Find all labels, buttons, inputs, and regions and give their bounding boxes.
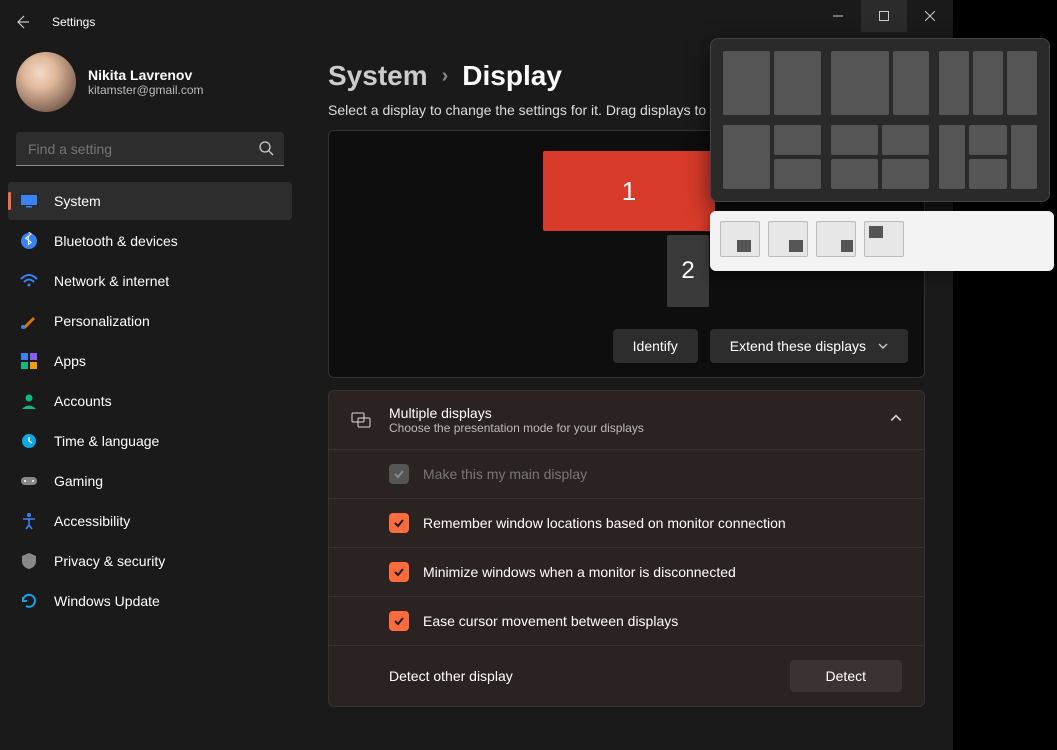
sidebar-item-label: Windows Update bbox=[54, 593, 160, 609]
gamepad-icon bbox=[20, 472, 38, 490]
identify-button[interactable]: Identify bbox=[613, 329, 698, 363]
sidebar-item-label: Personalization bbox=[54, 313, 150, 329]
sidebar-item-time[interactable]: Time & language bbox=[8, 422, 292, 460]
sidebar-item-label: Gaming bbox=[54, 473, 103, 489]
checkbox-remember[interactable] bbox=[389, 513, 409, 533]
nav: System Bluetooth & devices Network & int… bbox=[8, 182, 292, 620]
snap-layout-3[interactable] bbox=[939, 51, 1037, 115]
back-button[interactable] bbox=[0, 0, 44, 44]
bluetooth-icon bbox=[20, 232, 38, 250]
sidebar-item-gaming[interactable]: Gaming bbox=[8, 462, 292, 500]
maximize-button[interactable] bbox=[861, 0, 907, 32]
snap-layout-1[interactable] bbox=[723, 51, 821, 115]
row-ease-cursor[interactable]: Ease cursor movement between displays bbox=[329, 596, 924, 645]
snap-layout-2[interactable] bbox=[831, 51, 929, 115]
close-button[interactable] bbox=[907, 0, 953, 32]
page-title: Display bbox=[462, 60, 562, 92]
panel-subtitle: Choose the presentation mode for your di… bbox=[389, 421, 644, 435]
snap-layout-4[interactable] bbox=[723, 125, 821, 189]
sidebar-item-label: Apps bbox=[54, 353, 86, 369]
row-main-display: Make this my main display bbox=[329, 449, 924, 498]
detect-button[interactable]: Detect bbox=[790, 660, 902, 692]
sidebar-item-accounts[interactable]: Accounts bbox=[8, 382, 292, 420]
arrow-left-icon bbox=[14, 14, 30, 30]
avatar bbox=[16, 52, 76, 112]
sidebar-item-label: Accounts bbox=[54, 393, 112, 409]
sidebar-item-label: Privacy & security bbox=[54, 553, 165, 569]
checkbox-minimize[interactable] bbox=[389, 562, 409, 582]
search-icon bbox=[258, 140, 274, 161]
sidebar-item-label: Accessibility bbox=[54, 513, 130, 529]
update-icon bbox=[20, 592, 38, 610]
sidebar-item-label: Time & language bbox=[54, 433, 159, 449]
minimize-button[interactable] bbox=[815, 0, 861, 32]
sidebar-item-bluetooth[interactable]: Bluetooth & devices bbox=[8, 222, 292, 260]
chevron-down-icon bbox=[878, 341, 888, 351]
checkbox-main-display bbox=[389, 464, 409, 484]
row-minimize-disconnect[interactable]: Minimize windows when a monitor is disco… bbox=[329, 547, 924, 596]
display-2[interactable]: 2 bbox=[667, 235, 709, 307]
search-input[interactable] bbox=[16, 132, 284, 166]
snap-group-4[interactable] bbox=[864, 221, 904, 257]
clock-icon bbox=[20, 432, 38, 450]
apps-icon bbox=[20, 352, 38, 370]
multiple-displays-panel: Multiple displays Choose the presentatio… bbox=[328, 390, 925, 707]
sidebar: Nikita Lavrenov kitamster@gmail.com Syst… bbox=[0, 44, 300, 750]
multiple-displays-header[interactable]: Multiple displays Choose the presentatio… bbox=[329, 391, 924, 449]
row-remember-locations[interactable]: Remember window locations based on monit… bbox=[329, 498, 924, 547]
sidebar-item-label: Network & internet bbox=[54, 273, 169, 289]
snap-groups-strip[interactable] bbox=[710, 211, 1054, 271]
row-label: Minimize windows when a monitor is disco… bbox=[423, 564, 736, 580]
snap-group-1[interactable] bbox=[720, 221, 760, 257]
sidebar-item-privacy[interactable]: Privacy & security bbox=[8, 542, 292, 580]
displays-icon bbox=[351, 410, 371, 430]
system-icon bbox=[20, 192, 38, 210]
row-detect: Detect other display Detect bbox=[329, 645, 924, 706]
brush-icon bbox=[20, 312, 38, 330]
sidebar-item-update[interactable]: Windows Update bbox=[8, 582, 292, 620]
person-icon bbox=[20, 392, 38, 410]
search-wrap bbox=[16, 132, 284, 166]
profile-name: Nikita Lavrenov bbox=[88, 67, 204, 83]
panel-title: Multiple displays bbox=[389, 405, 644, 421]
sidebar-item-apps[interactable]: Apps bbox=[8, 342, 292, 380]
wifi-icon bbox=[20, 272, 38, 290]
window-controls bbox=[815, 0, 953, 32]
sidebar-item-system[interactable]: System bbox=[8, 182, 292, 220]
chevron-up-icon bbox=[890, 411, 902, 429]
snap-layout-5[interactable] bbox=[831, 125, 929, 189]
chevron-right-icon: › bbox=[442, 65, 449, 88]
snap-group-3[interactable] bbox=[816, 221, 856, 257]
checkbox-ease[interactable] bbox=[389, 611, 409, 631]
display-1[interactable]: 1 bbox=[543, 151, 715, 231]
sidebar-item-accessibility[interactable]: Accessibility bbox=[8, 502, 292, 540]
snap-layouts-flyout[interactable] bbox=[710, 38, 1050, 202]
row-label: Remember window locations based on monit… bbox=[423, 515, 786, 531]
breadcrumb-parent[interactable]: System bbox=[328, 60, 428, 92]
sidebar-item-label: Bluetooth & devices bbox=[54, 233, 178, 249]
window-title: Settings bbox=[52, 15, 95, 29]
row-label: Detect other display bbox=[389, 668, 513, 684]
accessibility-icon bbox=[20, 512, 38, 530]
sidebar-item-network[interactable]: Network & internet bbox=[8, 262, 292, 300]
row-label: Make this my main display bbox=[423, 466, 587, 482]
sidebar-item-personalization[interactable]: Personalization bbox=[8, 302, 292, 340]
display-mode-dropdown[interactable]: Extend these displays bbox=[710, 329, 908, 363]
display-mode-selected: Extend these displays bbox=[730, 338, 866, 354]
snap-group-2[interactable] bbox=[768, 221, 808, 257]
shield-icon bbox=[20, 552, 38, 570]
profile-block[interactable]: Nikita Lavrenov kitamster@gmail.com bbox=[8, 44, 292, 132]
sidebar-item-label: System bbox=[54, 193, 101, 209]
row-label: Ease cursor movement between displays bbox=[423, 613, 678, 629]
snap-layout-6[interactable] bbox=[939, 125, 1037, 189]
profile-email: kitamster@gmail.com bbox=[88, 83, 204, 97]
